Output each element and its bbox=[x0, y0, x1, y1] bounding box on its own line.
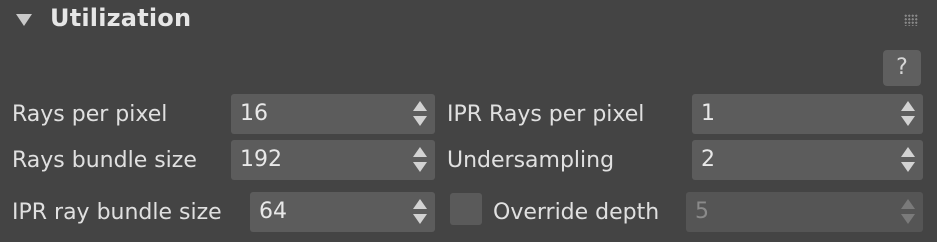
undersampling-value[interactable]: 2 bbox=[701, 146, 715, 174]
spinner-arrows-icon[interactable] bbox=[413, 101, 427, 127]
spinner-arrows-icon[interactable] bbox=[901, 101, 915, 127]
spinner-down-icon[interactable] bbox=[901, 116, 915, 126]
rollout-title: Utilization bbox=[50, 4, 192, 32]
spinner-up-icon[interactable] bbox=[901, 147, 915, 157]
spinner-up-icon[interactable] bbox=[413, 199, 427, 209]
utilization-rollout: Utilization ? Rays per pixel 16 Rays bun… bbox=[0, 0, 937, 242]
spinner-arrows-icon[interactable] bbox=[413, 199, 427, 225]
rays-bundle-size-value[interactable]: 192 bbox=[240, 146, 282, 174]
spinner-arrows-icon[interactable] bbox=[901, 199, 915, 225]
rays-per-pixel-spinner[interactable]: 16 bbox=[231, 94, 435, 134]
ipr-rays-per-pixel-label: IPR Rays per pixel bbox=[447, 102, 645, 127]
rays-bundle-size-label: Rays bundle size bbox=[12, 148, 197, 173]
collapse-triangle-icon[interactable] bbox=[16, 14, 32, 26]
spinner-up-icon[interactable] bbox=[413, 101, 427, 111]
undersampling-spinner[interactable]: 2 bbox=[692, 140, 923, 180]
undersampling-label: Undersampling bbox=[447, 148, 615, 173]
spinner-arrows-icon[interactable] bbox=[901, 147, 915, 173]
spinner-down-icon[interactable] bbox=[901, 214, 915, 224]
spinner-down-icon[interactable] bbox=[413, 162, 427, 172]
override-depth-checkbox[interactable] bbox=[450, 193, 482, 225]
spinner-up-icon[interactable] bbox=[901, 199, 915, 209]
drag-grip-icon[interactable] bbox=[904, 14, 918, 26]
spinner-down-icon[interactable] bbox=[413, 214, 427, 224]
spinner-up-icon[interactable] bbox=[413, 147, 427, 157]
spinner-down-icon[interactable] bbox=[901, 162, 915, 172]
spinner-up-icon[interactable] bbox=[901, 101, 915, 111]
spinner-arrows-icon[interactable] bbox=[413, 147, 427, 173]
ipr-rays-per-pixel-value[interactable]: 1 bbox=[701, 100, 715, 128]
override-depth-label[interactable]: Override depth bbox=[493, 199, 659, 227]
rays-per-pixel-value[interactable]: 16 bbox=[240, 100, 268, 128]
ipr-ray-bundle-size-spinner[interactable]: 64 bbox=[250, 192, 435, 232]
spinner-down-icon[interactable] bbox=[413, 116, 427, 126]
rays-per-pixel-label: Rays per pixel bbox=[12, 102, 168, 127]
ipr-ray-bundle-size-label: IPR ray bundle size bbox=[12, 200, 222, 225]
override-depth-value[interactable]: 5 bbox=[695, 198, 709, 226]
rays-bundle-size-spinner[interactable]: 192 bbox=[231, 140, 435, 180]
ipr-ray-bundle-size-value[interactable]: 64 bbox=[259, 198, 287, 226]
rollout-header[interactable]: Utilization bbox=[0, 0, 937, 44]
ipr-rays-per-pixel-spinner[interactable]: 1 bbox=[692, 94, 923, 134]
help-button[interactable]: ? bbox=[883, 50, 921, 86]
override-depth-spinner[interactable]: 5 bbox=[686, 192, 923, 232]
